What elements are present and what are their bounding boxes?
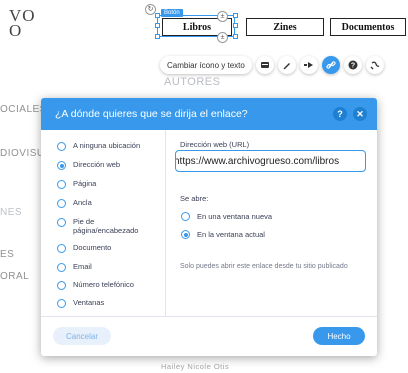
dialog-close-button[interactable]: ✕ [353, 107, 367, 121]
link-option-document[interactable]: Documento [57, 243, 145, 253]
help-icon: ? [348, 60, 358, 70]
link-option-web-address[interactable]: Dirección web [57, 160, 145, 170]
bg-heading-autores: AUTORES [164, 76, 221, 88]
option-label: Ancla [73, 198, 92, 207]
option-label: A ninguna ubicación [73, 141, 141, 150]
open-option-new-window[interactable]: En una ventana nueva [181, 211, 272, 221]
element-toolbar: Cambiar ícono y texto ? [160, 56, 384, 74]
option-label: Pie de página/encabezado [73, 217, 139, 235]
link-option-footer-header[interactable]: Pie de página/encabezado [57, 217, 139, 235]
layout-button[interactable] [255, 56, 274, 74]
url-input[interactable]: https://www.archivogrueso.com/libros [175, 150, 366, 172]
link-button[interactable] [321, 56, 340, 74]
cancel-button[interactable]: Cancelar [53, 327, 111, 345]
editor-stage: VO O Botón ↻ Libros Zines Documentos ± ±… [0, 0, 408, 373]
resize-handle-left[interactable] [155, 23, 160, 28]
link-option-email[interactable]: Email [57, 262, 145, 272]
animation-button[interactable] [299, 56, 318, 74]
link-option-lightboxes[interactable]: Ventanas [57, 298, 145, 308]
pencil-icon [283, 63, 290, 70]
stretch-button[interactable] [365, 56, 384, 74]
resize-handle-right[interactable] [233, 23, 238, 28]
dialog-header: ¿A dónde quieres que se dirija el enlace… [41, 98, 377, 130]
radio-document[interactable] [57, 244, 66, 253]
done-button[interactable]: Hecho [313, 327, 365, 345]
change-icon-text-button[interactable]: Cambiar ícono y texto [160, 56, 252, 74]
option-label: Email [73, 262, 92, 271]
resize-handle-top-icon[interactable]: ± [217, 11, 228, 22]
publish-note: Solo puedes abrir este enlace desde tu s… [180, 263, 348, 270]
radio-page[interactable] [57, 180, 66, 189]
option-label: Ventanas [73, 298, 105, 307]
option-label: Número telefónico [73, 280, 134, 289]
url-label: Dirección web (URL) [180, 140, 250, 149]
link-option-none[interactable]: A ninguna ubicación [57, 141, 145, 151]
dialog-help-button[interactable]: ? [333, 107, 347, 121]
radio-lightboxes[interactable] [57, 299, 66, 308]
link-option-phone[interactable]: Número telefónico [57, 280, 145, 290]
stretch-icon [370, 61, 380, 70]
svg-text:?: ? [351, 63, 355, 70]
url-input-value: https://www.archivogrueso.com/libros [175, 155, 340, 167]
option-label: Dirección web [73, 160, 121, 169]
dialog-title: ¿A dónde quieres que se dirija el enlace… [55, 108, 248, 120]
radio-web-address[interactable] [57, 161, 66, 170]
radio-footer-header[interactable] [57, 218, 66, 227]
resize-handle-bottom-left[interactable] [155, 34, 160, 39]
site-logo: VO O [9, 7, 36, 40]
link-dialog: ¿A dónde quieres que se dirija el enlace… [41, 98, 377, 356]
design-button[interactable] [277, 56, 296, 74]
opens-label: Se abre: [180, 194, 209, 203]
layout-icon [260, 62, 269, 68]
option-label: En una ventana nueva [197, 211, 273, 221]
radio-anchor[interactable] [57, 199, 66, 208]
resize-handle-top-right[interactable] [233, 13, 238, 18]
animation-icon [304, 62, 314, 68]
link-option-page[interactable]: Página [57, 179, 145, 189]
radio-current-window[interactable] [181, 230, 190, 239]
radio-new-window[interactable] [181, 212, 190, 221]
option-label: En la ventana actual [197, 229, 265, 239]
radio-phone[interactable] [57, 281, 66, 290]
open-option-current-window[interactable]: En la ventana actual [181, 229, 265, 239]
option-label: Página [73, 179, 97, 188]
resize-handle-top-left[interactable] [155, 13, 160, 18]
site-logo-line2: O [9, 21, 23, 40]
help-button[interactable]: ? [343, 56, 362, 74]
link-option-anchor[interactable]: Ancla [57, 198, 145, 208]
resize-handle-bottom-icon[interactable]: ± [217, 32, 228, 43]
close-icon: ✕ [356, 108, 364, 119]
option-label: Documento [73, 243, 112, 252]
link-icon [326, 61, 336, 69]
resize-handle-bottom-right[interactable] [233, 34, 238, 39]
help-icon: ? [337, 109, 343, 119]
dialog-footer: Cancelar Hecho [41, 316, 377, 356]
radio-email[interactable] [57, 263, 66, 272]
nav-button-documentos[interactable]: Documentos [330, 18, 406, 36]
radio-none[interactable] [57, 142, 66, 151]
nav-button-zines[interactable]: Zines [246, 18, 324, 36]
